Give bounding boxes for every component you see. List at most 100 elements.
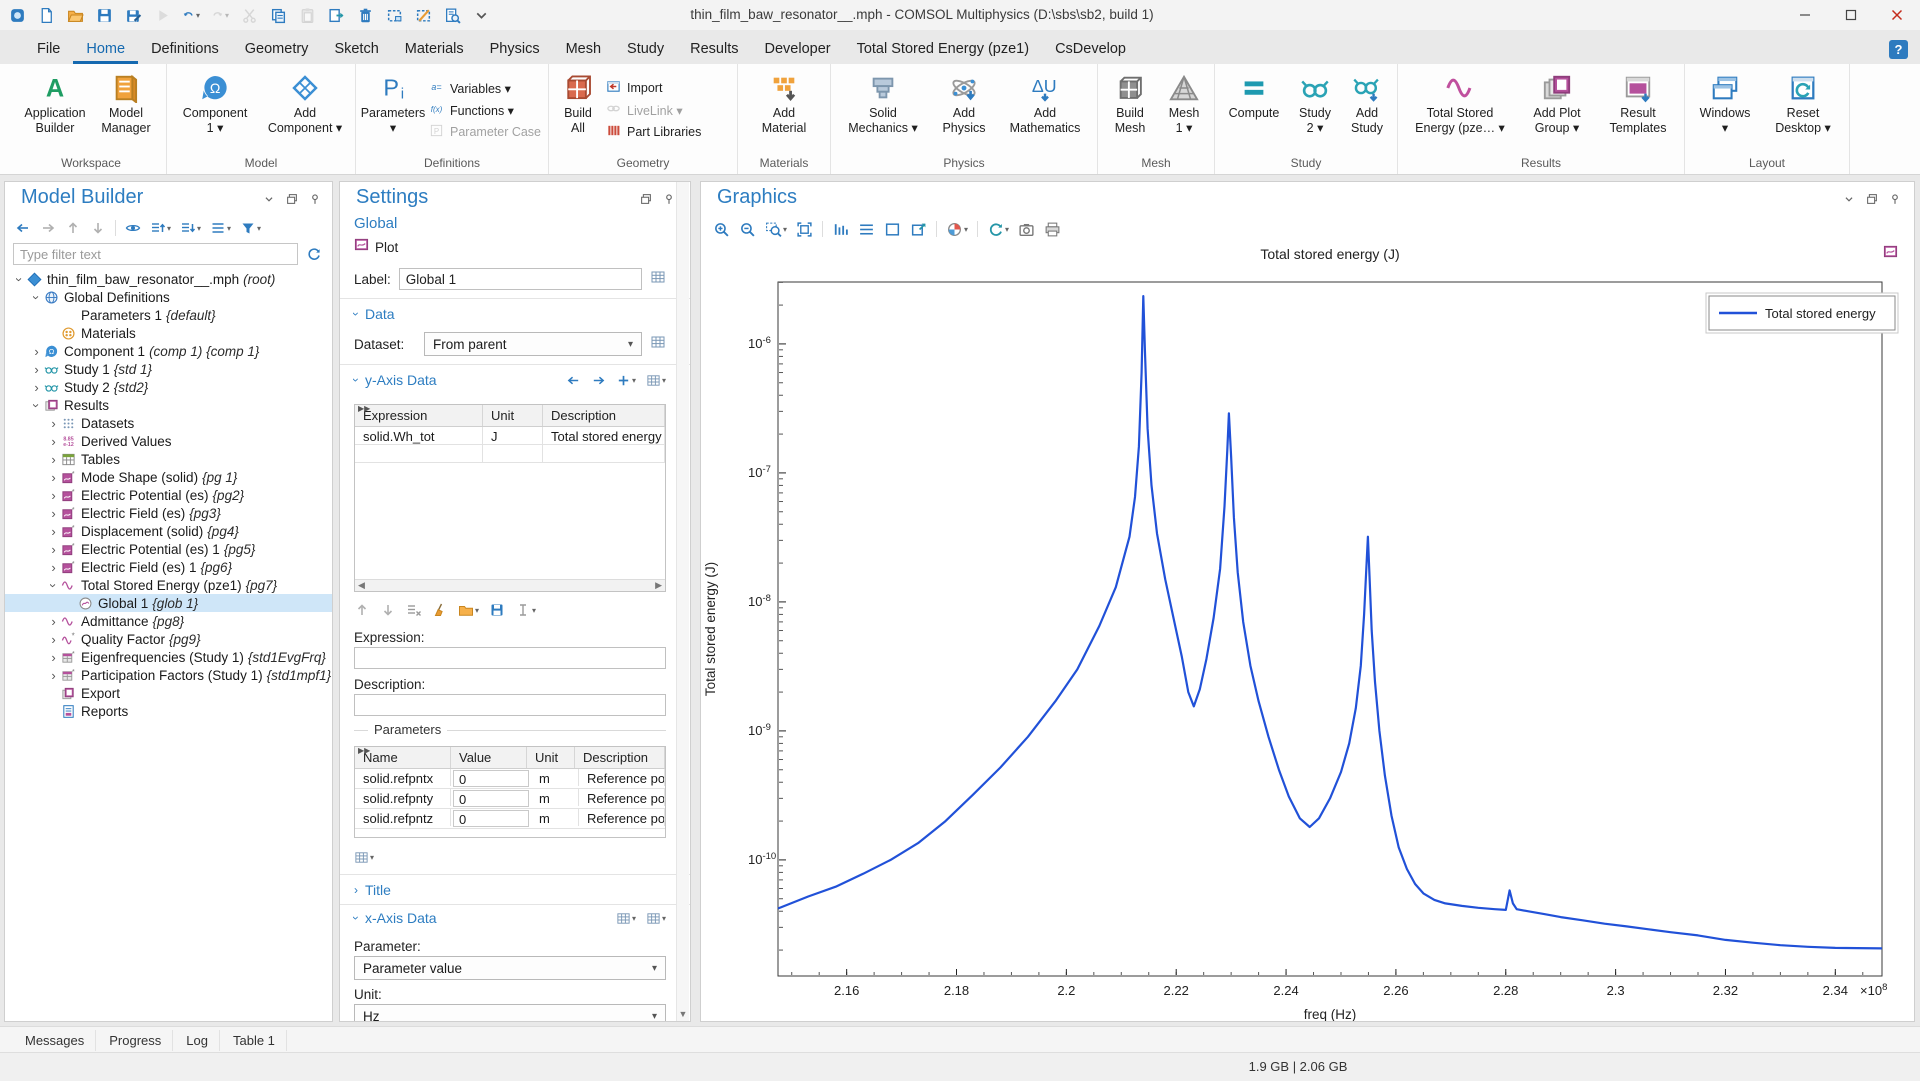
table-row[interactable] <box>355 445 665 463</box>
arrl-icon[interactable] <box>566 373 581 388</box>
unit-dropdown[interactable]: Hz▾ <box>354 1004 666 1022</box>
tree-expander-icon[interactable]: › <box>47 542 60 557</box>
tree-node-reports[interactable]: Reports <box>5 702 332 720</box>
section-x-axis-data[interactable]: ›x-Axis Data ▾▾ <box>354 910 666 926</box>
tree-expander-icon[interactable]: › <box>30 362 43 377</box>
tree-expander-icon[interactable]: › <box>47 452 60 467</box>
tree-expander-icon[interactable]: › <box>47 614 60 629</box>
find-icon[interactable] <box>443 6 461 24</box>
up-icon[interactable] <box>354 602 370 618</box>
show-label-icon[interactable] <box>650 269 666 290</box>
settings-scrollbar[interactable]: ▼ <box>676 182 689 1021</box>
menu-tab-csdevelop[interactable]: CsDevelop <box>1042 30 1139 64</box>
tree-expander-icon[interactable]: › <box>47 650 60 665</box>
table-cell[interactable]: solid.Wh_tot <box>355 427 483 444</box>
cpin-icon[interactable] <box>662 192 676 211</box>
menu-tab-home[interactable]: Home <box>73 30 138 64</box>
foldersm-icon[interactable]: ▾ <box>458 602 479 618</box>
mesh-1-button[interactable]: Mesh1 ▾ <box>1158 67 1210 153</box>
column-header-unit[interactable]: Unit <box>483 405 543 426</box>
parameter-dropdown[interactable]: Parameter value▾ <box>354 956 666 980</box>
deselect-icon[interactable] <box>414 6 432 24</box>
table-row[interactable]: solid.refpnty0mReference point for mom..… <box>355 789 665 809</box>
tree-expander-icon[interactable]: › <box>47 434 60 449</box>
saveas-icon[interactable] <box>124 6 142 24</box>
build-mesh-button[interactable]: BuildMesh <box>1102 67 1158 153</box>
table-cell[interactable]: solid.refpnty <box>355 789 451 806</box>
tree-node-participation-factors-study-1-[interactable]: ›*Participation Factors (Study 1){std1mp… <box>5 666 332 684</box>
functions-button[interactable]: f(x)Functions ▾ <box>429 101 541 119</box>
eye-icon[interactable] <box>125 220 141 236</box>
sgrid-icon[interactable]: ▾ <box>354 850 374 865</box>
funnel-icon[interactable]: ▾ <box>240 220 261 236</box>
windows-button[interactable]: Windows▾ <box>1689 67 1761 153</box>
tree-node-tables[interactable]: ›Tables <box>5 450 332 468</box>
parameter-case-button[interactable]: PParameter Case <box>429 123 541 141</box>
open-icon[interactable] <box>66 6 84 24</box>
down-icon[interactable] <box>380 602 396 618</box>
tree-node-total-stored-energy-pze1-[interactable]: ›Total Stored Energy (pze1){pg7} <box>5 576 332 594</box>
tree-node-electric-field-es-1[interactable]: ›*Electric Field (es) 1{pg6} <box>5 558 332 576</box>
livelink-button[interactable]: LiveLink ▾ <box>606 101 730 119</box>
bottom-tab-table-1[interactable]: Table 1 <box>222 1030 287 1051</box>
cfloat-icon[interactable] <box>285 192 299 211</box>
solid-mechanics-button[interactable]: SolidMechanics ▾ <box>835 67 931 153</box>
tree-node-results[interactable]: ›Results <box>5 396 332 414</box>
table-cell[interactable]: 0 <box>453 790 529 807</box>
table-row[interactable]: solid.refpntz0mReference point for mom..… <box>355 809 665 829</box>
reset-desktop-button[interactable]: ResetDesktop ▾ <box>1761 67 1845 153</box>
tree-node-materials[interactable]: Materials <box>5 324 332 342</box>
table-cell[interactable] <box>355 445 483 462</box>
up-icon[interactable] <box>65 220 81 236</box>
table-h-scrollbar[interactable]: ◀▶ <box>355 579 665 591</box>
tree-expander-icon[interactable]: › <box>47 506 60 521</box>
tree-node-parameters-1[interactable]: Parameters 1{default} <box>5 306 332 324</box>
tree-node-electric-field-es-[interactable]: ›*Electric Field (es){pg3} <box>5 504 332 522</box>
section-y-axis-data[interactable]: ›y-Axis Data ▾▾ <box>354 372 666 388</box>
tree-node-datasets[interactable]: ›Datasets <box>5 414 332 432</box>
menu-tab-study[interactable]: Study <box>614 30 677 64</box>
tree-expander-icon[interactable]: › <box>30 380 43 395</box>
table-row[interactable]: solid.refpntx0mReference point for mom..… <box>355 769 665 789</box>
close-button[interactable] <box>1874 0 1920 30</box>
tree-node-admittance[interactable]: ›Admittance{pg8} <box>5 612 332 630</box>
compute-button[interactable]: Compute <box>1219 67 1289 153</box>
table-cell[interactable]: J <box>483 427 543 444</box>
table-cell[interactable]: solid.refpntz <box>355 809 451 826</box>
parameters-button[interactable]: PiParameters▾ <box>360 67 426 153</box>
copy-icon[interactable] <box>269 6 287 24</box>
import-button[interactable]: Import <box>606 79 730 97</box>
tree-node-displacement-solid-[interactable]: ›*Displacement (solid){pg4} <box>5 522 332 540</box>
menu-tab-results[interactable]: Results <box>677 30 751 64</box>
table-cell[interactable]: Reference point for mom... <box>579 809 665 826</box>
description-input[interactable] <box>354 694 666 716</box>
table-cell[interactable]: m <box>531 789 579 806</box>
bottom-tab-messages[interactable]: Messages <box>14 1030 96 1051</box>
trash-icon[interactable] <box>356 6 374 24</box>
plot-canvas[interactable]: 10-610-710-810-910-102.162.182.22.222.24… <box>701 182 1914 1021</box>
column-header-description[interactable]: Description <box>543 405 665 426</box>
tree-expander-icon[interactable]: › <box>47 470 60 485</box>
clearlist-icon[interactable] <box>406 602 422 618</box>
savesm-icon[interactable] <box>489 602 505 618</box>
tree-expander-icon[interactable]: › <box>47 668 60 683</box>
column-header-expression[interactable]: ▶▶Expression <box>355 405 483 426</box>
cpin-icon[interactable] <box>308 192 322 211</box>
add-plot-group-button[interactable]: Add PlotGroup ▾ <box>1518 67 1596 153</box>
bottom-tab-log[interactable]: Log <box>175 1030 220 1051</box>
table-row[interactable]: solid.Wh_totJTotal stored energy <box>355 427 665 445</box>
variables-button[interactable]: a=Variables ▾ <box>429 79 541 97</box>
table-cell[interactable]: 0 <box>453 770 529 787</box>
section-data[interactable]: ›Data <box>354 306 666 322</box>
maximize-button[interactable] <box>1828 0 1874 30</box>
sgrid-icon[interactable]: ▾ <box>646 373 666 388</box>
cchev-icon[interactable] <box>262 192 276 211</box>
rename-icon[interactable]: ▾ <box>515 602 536 618</box>
tree-filter-input[interactable] <box>13 243 298 265</box>
chevdown-icon[interactable] <box>472 6 490 24</box>
help-icon[interactable]: ? <box>1889 40 1908 59</box>
column-header-value[interactable]: Value <box>451 747 527 768</box>
sgrid-icon[interactable]: ▾ <box>646 911 666 926</box>
menu-tab-file[interactable]: File <box>24 30 73 64</box>
tree-node-study-1[interactable]: ›Study 1{std 1} <box>5 360 332 378</box>
